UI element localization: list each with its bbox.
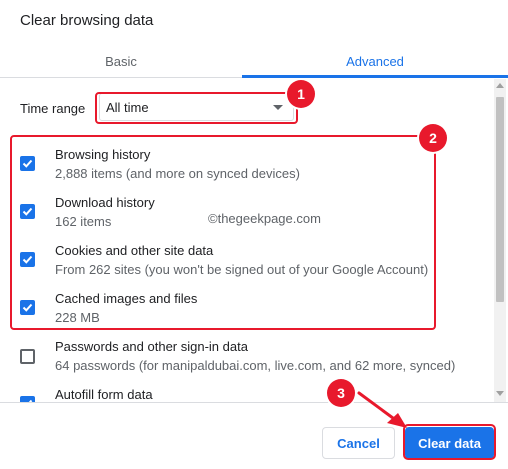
dialog-title: Clear browsing data	[20, 12, 154, 29]
annotation-badge-3: 3	[327, 379, 355, 407]
passwords-subtitle: 64 passwords (for manipaldubai.com, live…	[55, 358, 456, 373]
passwords-title: Passwords and other sign-in data	[55, 339, 248, 354]
annotation-highlight-checkboxes	[10, 135, 436, 330]
active-tab-indicator	[242, 75, 508, 78]
annotation-highlight-time-range	[95, 92, 298, 124]
clear-browsing-data-dialog: Clear browsing data Basic Advanced Time …	[0, 0, 508, 469]
scrollbar[interactable]	[494, 79, 506, 402]
annotation-badge-1: 1	[287, 80, 315, 108]
tab-advanced[interactable]: Advanced	[242, 44, 508, 78]
tab-bar: Basic Advanced	[0, 44, 508, 78]
passwords-checkbox[interactable]	[20, 349, 35, 364]
scroll-down-arrow-icon[interactable]	[496, 391, 504, 396]
annotation-badge-2: 2	[419, 124, 447, 152]
annotation-highlight-clear-data	[403, 424, 496, 460]
scroll-up-arrow-icon[interactable]	[496, 83, 504, 88]
scrollbar-thumb[interactable]	[496, 97, 504, 302]
autofill-option[interactable]: Autofill form data	[0, 385, 490, 402]
passwords-option[interactable]: Passwords and other sign-in data 64 pass…	[0, 337, 490, 385]
tab-basic[interactable]: Basic	[0, 44, 242, 78]
autofill-title: Autofill form data	[55, 387, 153, 402]
time-range-label: Time range	[20, 101, 86, 116]
